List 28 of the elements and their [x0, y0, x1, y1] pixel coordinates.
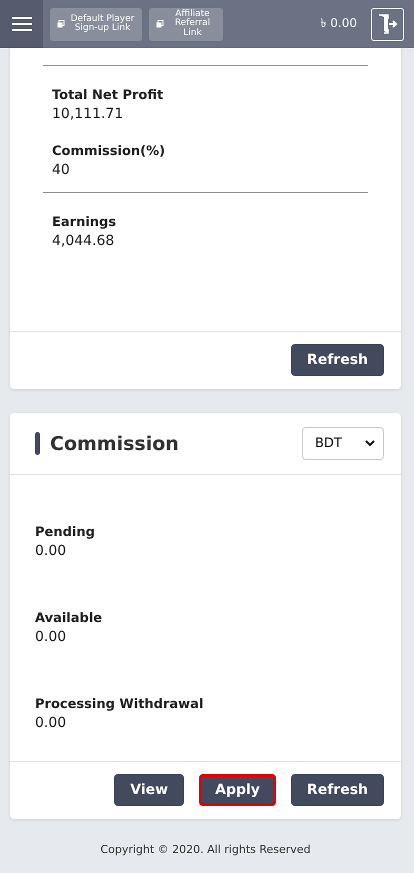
field-value: 0.00 [35, 715, 68, 731]
logout-button[interactable] [371, 8, 404, 40]
copyright-text: Copyright © 2020. All rights Reserved [99, 843, 312, 856]
copy-icon [156, 20, 164, 28]
menu-icon [10, 16, 32, 32]
menu-button[interactable] [0, 0, 43, 48]
field-value: 10,111.71 [52, 106, 124, 122]
action-button[interactable]: View [114, 774, 184, 806]
action-button[interactable]: Refresh [290, 774, 384, 806]
chevron-down-icon [365, 440, 375, 447]
field-label: Earnings [52, 215, 118, 230]
balance: ৳ 0.00 [320, 15, 357, 32]
title-accent-bar [35, 432, 40, 455]
field-value: 0.00 [35, 543, 68, 559]
field-value: 40 [52, 162, 71, 178]
card-title: Commission [50, 432, 179, 454]
field-label: Commission(%) [52, 144, 166, 159]
currency-dropdown[interactable]: BDT [302, 427, 384, 460]
action-button[interactable]: Apply [199, 774, 276, 806]
copy-icon [57, 20, 65, 28]
field-label: Available [35, 611, 104, 626]
field-label: Processing Withdrawal [35, 697, 204, 712]
field-value: 4,044.68 [52, 233, 116, 249]
refresh-button[interactable]: Refresh [290, 344, 384, 376]
field-label: Pending [35, 525, 96, 540]
field-label: Total Net Profit [52, 88, 164, 103]
exit-door-icon [376, 13, 398, 35]
field-value: 0.00 [35, 629, 68, 645]
